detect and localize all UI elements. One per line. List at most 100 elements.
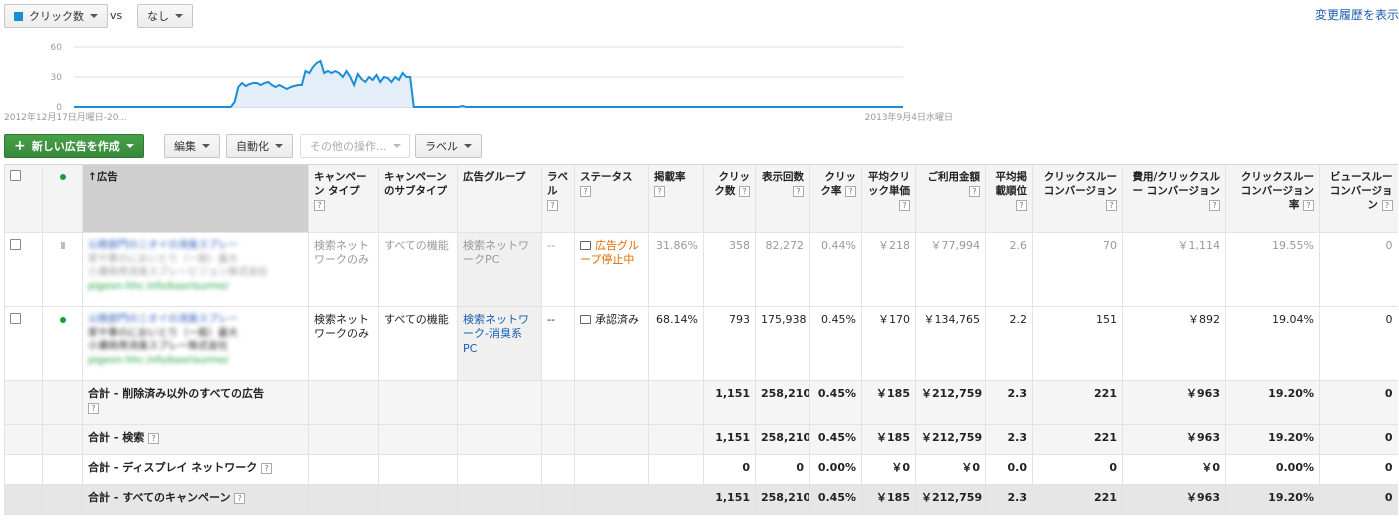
avg-position-cell: 2.2 — [985, 306, 1033, 381]
metric1-dropdown[interactable]: クリック数 — [4, 4, 108, 28]
help-icon[interactable]: ? — [1381, 199, 1393, 211]
ad-desc1: 家や車のにおいとり（一般）最大 — [88, 253, 238, 265]
clicks-line — [74, 59, 903, 108]
help-icon[interactable]: ? — [1209, 199, 1220, 211]
header-cost-per-conversion[interactable]: 費用/クリックスルー コンバージョン ? — [1122, 164, 1226, 233]
enabled-dot-icon[interactable] — [59, 317, 66, 323]
header-ad-group[interactable]: 広告グループ — [457, 164, 542, 233]
total-row: 合計 - すべてのキャンペーン ? 1,151 258,210 0.45% ￥1… — [4, 484, 1398, 515]
help-icon[interactable]: ? — [547, 199, 558, 211]
change-history-link[interactable]: 変更履歴を表示 — [1315, 6, 1399, 23]
help-icon[interactable]: ? — [1016, 199, 1027, 211]
conversions-cell: 0 — [1032, 454, 1123, 485]
conversions-cell: 221 — [1032, 424, 1123, 455]
header-cost[interactable]: ご利用金額 ? — [915, 164, 986, 233]
sort-arrow-icon: ↑ — [88, 171, 97, 183]
impressions-cell: 258,210 — [755, 484, 810, 515]
header-conversion-rate[interactable]: クリックスルー コンバージョン率 ? — [1225, 164, 1320, 233]
comment-bubble-icon[interactable] — [580, 241, 591, 250]
approval-rate-cell: 68.14% — [648, 306, 704, 381]
cost-per-conversion-cell: ￥1,114 — [1122, 232, 1226, 307]
select-all-checkbox[interactable] — [10, 170, 21, 181]
series-swatch-icon — [14, 11, 23, 21]
header-view-conversions[interactable]: ビュースルー コンバージョン ? — [1319, 164, 1398, 233]
header-approval-rate[interactable]: 掲載率 ? — [648, 164, 704, 233]
avg-cpc-cell: ￥185 — [861, 380, 916, 425]
header-avg-cpc[interactable]: 平均クリック単価 ? — [861, 164, 916, 233]
ctr-cell: 0.44% — [809, 232, 862, 307]
comment-bubble-icon[interactable] — [580, 315, 591, 324]
view-conversions-cell: 0 — [1319, 454, 1398, 485]
labels-button[interactable]: ラベル — [415, 134, 482, 158]
header-status-dot — [42, 164, 83, 233]
clicks-cell: 1,151 — [703, 424, 756, 455]
total-label-cell: 合計 - すべてのキャンペーン ? — [82, 484, 309, 515]
cost-cell: ￥212,759 — [915, 424, 986, 455]
help-icon[interactable]: ? — [739, 185, 750, 197]
header-ad[interactable]: ↑広告 — [82, 164, 309, 233]
header-campaign-type[interactable]: キャンペーン タイプ ? — [308, 164, 379, 233]
help-icon[interactable]: ? — [261, 462, 273, 474]
chevron-down-icon — [202, 144, 210, 148]
header-status-label: ステータス — [580, 171, 633, 183]
avg-position-cell: 2.3 — [985, 424, 1033, 455]
help-icon[interactable]: ? — [845, 185, 856, 197]
row-checkbox-cell — [4, 232, 43, 307]
help-icon[interactable]: ? — [88, 402, 99, 414]
metric2-dropdown[interactable]: なし — [137, 4, 193, 28]
chevron-down-icon — [90, 14, 98, 18]
header-campaign-subtype[interactable]: キャンペーンのサブタイプ — [378, 164, 458, 233]
header-impressions[interactable]: 表示回数 ? — [755, 164, 810, 233]
help-icon[interactable]: ? — [899, 199, 910, 211]
ctr-cell: 0.00% — [809, 454, 862, 485]
cost-per-conversion-cell: ￥963 — [1122, 380, 1226, 425]
ad-group-cell[interactable]: 検索ネットワーク-消臭系PC — [457, 306, 542, 381]
header-select-all[interactable] — [4, 164, 43, 233]
header-label-label: ラベル — [547, 171, 568, 198]
clicks-cell: 358 — [703, 232, 756, 307]
automate-button[interactable]: 自動化 — [226, 134, 293, 158]
header-ctr[interactable]: クリック率 ? — [809, 164, 862, 233]
ad-cell[interactable]: 公務部門のニオイの消臭スプレー 家や車のにおいとり（一般）最大 小瀬商用消臭スプ… — [82, 232, 309, 307]
new-ad-button[interactable]: + 新しい広告を作成 — [4, 134, 144, 158]
help-icon[interactable]: ? — [1106, 199, 1117, 211]
total-label-cell: 合計 - ディスプレイ ネットワーク ? — [82, 454, 309, 485]
campaign-subtype-cell: すべての機能 — [378, 232, 458, 307]
conversion-rate-cell: 19.20% — [1225, 484, 1320, 515]
clicks-cell: 1,151 — [703, 380, 756, 425]
ctr-cell: 0.45% — [809, 380, 862, 425]
metric2-label: なし — [147, 10, 169, 23]
header-cost-label: ご利用金額 — [927, 171, 981, 183]
total-label: 合計 - 検索 — [88, 431, 145, 444]
help-icon[interactable]: ? — [148, 432, 160, 444]
header-label[interactable]: ラベル ? — [541, 164, 575, 233]
ad-group-link[interactable]: 検索ネットワーク-消臭系PC — [463, 313, 529, 355]
conversion-rate-cell: 19.20% — [1225, 380, 1320, 425]
avg-cpc-cell: ￥170 — [861, 306, 916, 381]
help-icon[interactable]: ? — [314, 199, 325, 211]
header-ad-group-label: 広告グループ — [463, 171, 526, 183]
help-icon[interactable]: ? — [654, 185, 665, 197]
ad-group-cell[interactable]: 検索ネットワークPC — [457, 232, 542, 307]
header-clicks[interactable]: クリック数 ? — [703, 164, 756, 233]
ad-preview: 公務部門のニオイの消臭スプレー 家や車のにおいとり（一般）最大 小瀬商用消臭スプ… — [88, 313, 303, 367]
y-tick-label: 0 — [56, 103, 62, 113]
help-icon[interactable]: ? — [969, 185, 980, 197]
edit-button[interactable]: 編集 — [164, 134, 220, 158]
help-icon[interactable]: ? — [793, 185, 804, 197]
header-conversions[interactable]: クリックスルー コンバージョン ? — [1032, 164, 1123, 233]
ctr-cell: 0.45% — [809, 306, 862, 381]
ad-cell[interactable]: 公務部門のニオイの消臭スプレー 家や車のにおいとり（一般）最大 小瀬商用消臭スプ… — [82, 306, 309, 381]
conversion-rate-cell: 19.04% — [1225, 306, 1320, 381]
conversions-cell: 151 — [1032, 306, 1123, 381]
header-avg-position[interactable]: 平均掲載順位 ? — [985, 164, 1033, 233]
help-icon[interactable]: ? — [1303, 199, 1314, 211]
row-checkbox[interactable] — [10, 313, 21, 324]
help-icon[interactable]: ? — [580, 185, 591, 197]
help-icon[interactable]: ? — [234, 492, 246, 504]
view-conversions-cell: 0 — [1319, 380, 1398, 425]
row-checkbox[interactable] — [10, 239, 21, 250]
pause-icon[interactable]: II — [61, 241, 66, 252]
more-actions-button[interactable]: その他の操作... — [300, 134, 410, 158]
header-status[interactable]: ステータス ? — [574, 164, 649, 233]
